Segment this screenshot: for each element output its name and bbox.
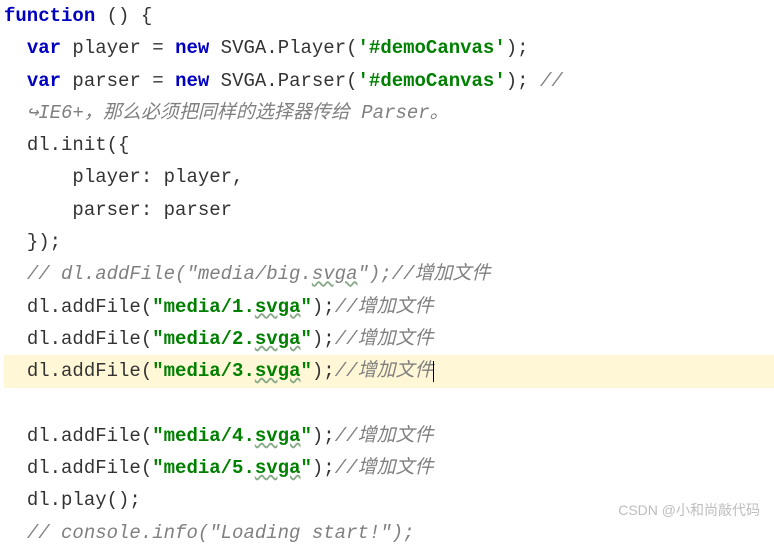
code-line: dl.addFile("media/5.svga");//增加文件 [4, 457, 434, 479]
text: ); [312, 457, 335, 479]
text: player = [61, 37, 175, 59]
code-line-highlighted: dl.addFile("media/3.svga");//增加文件 [4, 355, 774, 387]
comment: // dl.addFile("media/big.svga");//增加文件 [27, 263, 491, 285]
string: "media/2.svga" [152, 328, 312, 350]
text: }); [27, 231, 61, 253]
code-line: dl.addFile("media/2.svga");//增加文件 [4, 328, 434, 350]
code-line: player: player, [4, 166, 243, 188]
string: '#demoCanvas' [358, 70, 506, 92]
keyword: new [175, 70, 209, 92]
text: ); [312, 360, 335, 382]
text: dl.addFile( [27, 296, 152, 318]
code-line: var parser = new SVGA.Parser('#demoCanva… [4, 70, 563, 92]
text: dl.addFile( [27, 360, 152, 382]
code-line: dl.addFile("media/1.svga");//增加文件 [4, 296, 434, 318]
text: dl.init({ [27, 134, 130, 156]
keyword: var [27, 70, 61, 92]
code-line: }); [4, 231, 61, 253]
code-line: dl.addFile("media/4.svga");//增加文件 [4, 425, 434, 447]
text: dl.addFile( [27, 328, 152, 350]
comment: ↪IE6+，那么必须把同样的选择器传给 Parser。 [27, 102, 449, 124]
text: dl.play(); [27, 489, 141, 511]
watermark: CSDN @小和尚敲代码 [618, 499, 760, 523]
string: "media/1.svga" [152, 296, 312, 318]
text: ); [312, 296, 335, 318]
code-line: dl.play(); [4, 489, 141, 511]
comment: //增加文件 [335, 457, 434, 479]
text: parser = [61, 70, 175, 92]
text: dl.addFile( [27, 425, 152, 447]
code-line: // dl.addFile("media/big.svga");//增加文件 [4, 263, 490, 285]
text: dl.addFile( [27, 457, 152, 479]
comment: // [540, 70, 563, 92]
text: ); [506, 37, 529, 59]
keyword: new [175, 37, 209, 59]
text-caret [433, 361, 434, 382]
text: SVGA.Parser( [209, 70, 357, 92]
code-line: ↪IE6+，那么必须把同样的选择器传给 Parser。 [4, 102, 449, 124]
comment: //增加文件 [335, 360, 434, 382]
text: ); [506, 70, 540, 92]
string: "media/4.svga" [152, 425, 312, 447]
string: '#demoCanvas' [358, 37, 506, 59]
text: () { [95, 5, 152, 27]
comment: //增加文件 [335, 425, 434, 447]
text: ); [312, 425, 335, 447]
string: "media/3.svga" [152, 360, 312, 382]
comment: //增加文件 [335, 328, 434, 350]
text: player: player, [72, 166, 243, 188]
string: "media/5.svga" [152, 457, 312, 479]
keyword: var [27, 37, 61, 59]
text: parser: parser [72, 199, 232, 221]
code-line: parser: parser [4, 199, 232, 221]
code-line: function () { [4, 5, 152, 27]
code-line: dl.init({ [4, 134, 129, 156]
code-line: // console.info("Loading start!"); [4, 522, 414, 544]
text: ); [312, 328, 335, 350]
text: SVGA.Player( [209, 37, 357, 59]
code-editor[interactable]: function () { var player = new SVGA.Play… [0, 0, 774, 549]
comment: // console.info("Loading start!"); [27, 522, 415, 544]
comment: //增加文件 [335, 296, 434, 318]
keyword: function [4, 5, 95, 27]
code-line: var player = new SVGA.Player('#demoCanva… [4, 37, 529, 59]
